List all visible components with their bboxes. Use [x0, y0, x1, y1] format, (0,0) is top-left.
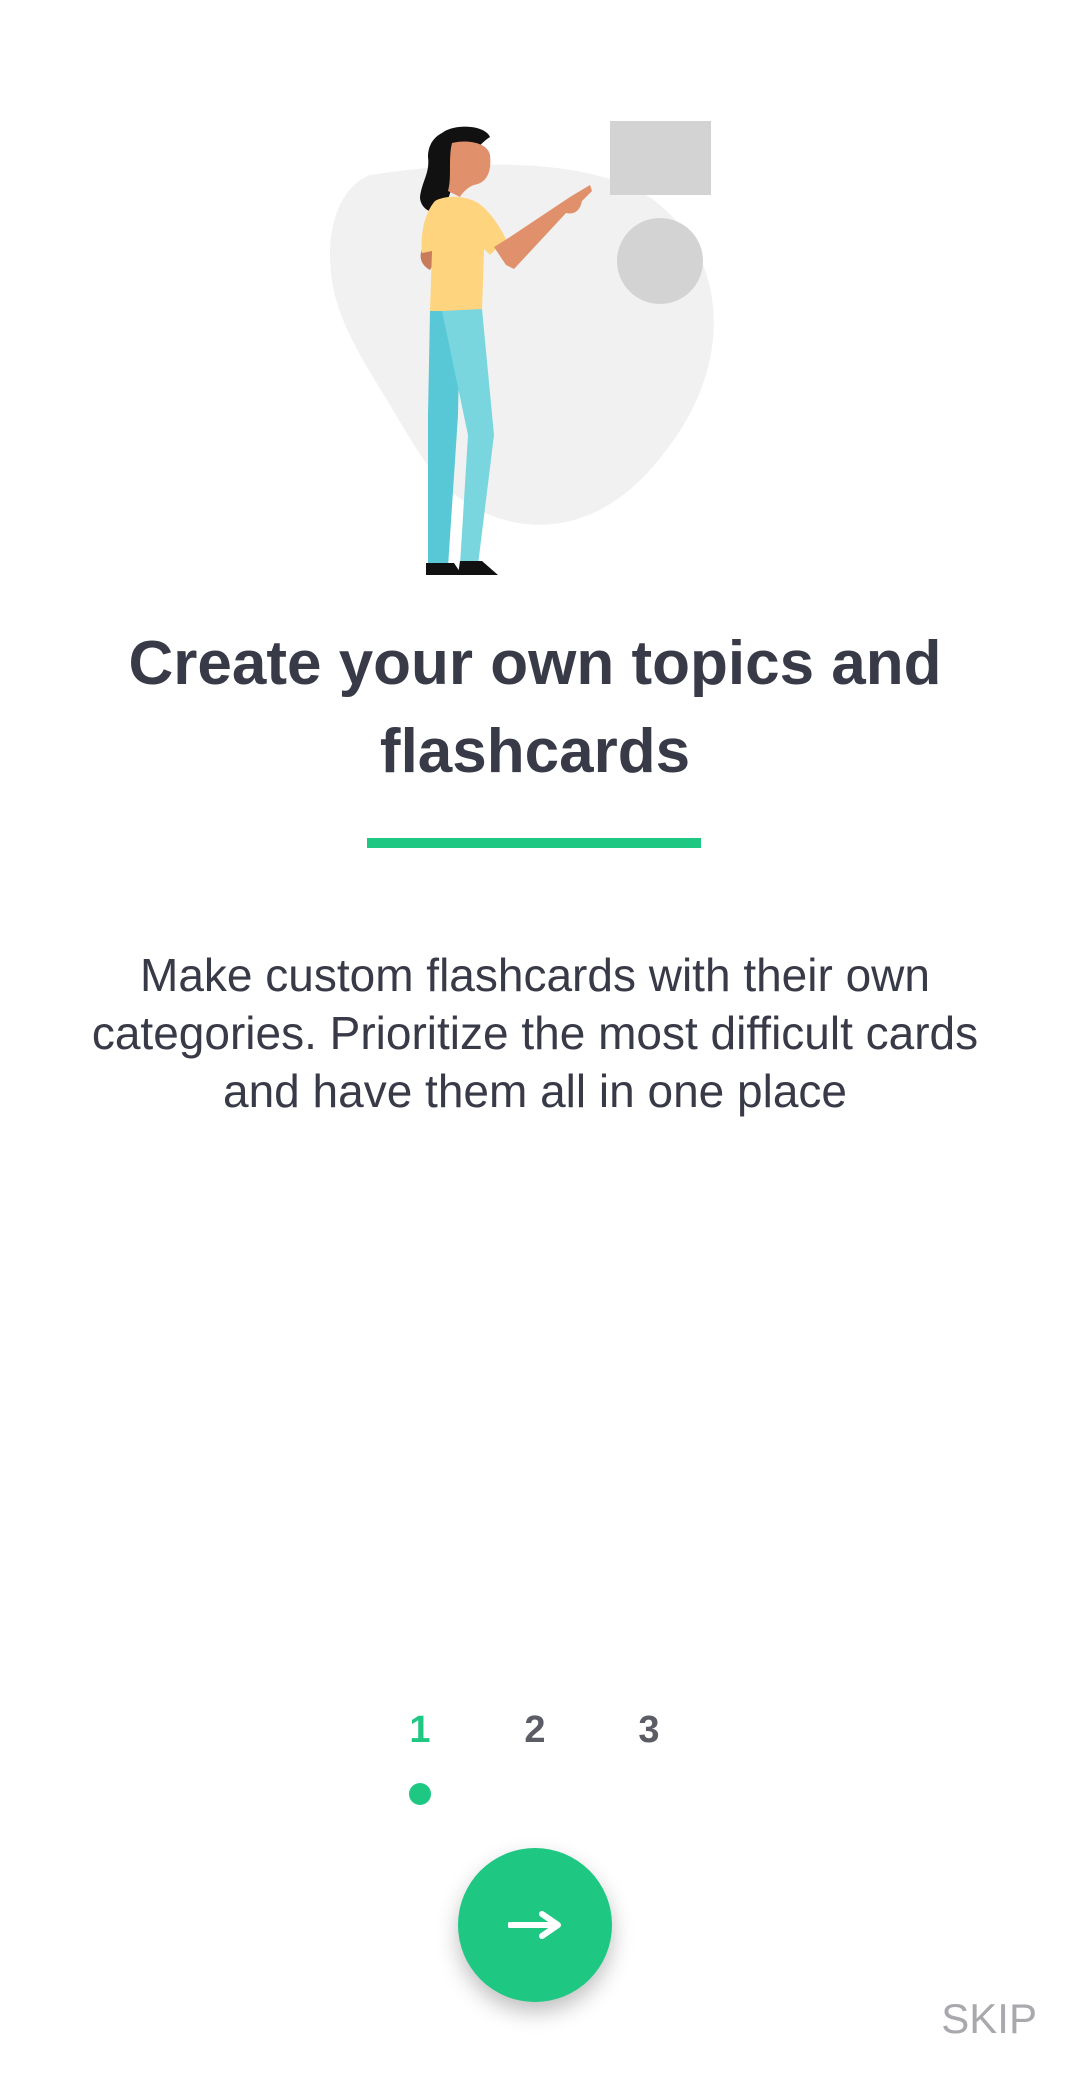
page-description: Make custom flashcards with their own ca… — [91, 949, 979, 1117]
woman-pointing-illustration — [330, 121, 714, 575]
page-indicator-1[interactable]: 1 — [380, 1705, 460, 1805]
page-number-2: 2 — [524, 1709, 546, 1751]
page-number-3: 3 — [638, 1709, 660, 1751]
skip-button[interactable]: SKIP — [941, 1994, 1037, 2044]
page-indicator-3[interactable]: 3 — [609, 1705, 689, 1755]
onboarding-illustration — [330, 115, 750, 585]
active-page-dot — [409, 1783, 431, 1805]
page-title: Create your own topics and flashcards — [128, 629, 942, 786]
page-number-1: 1 — [409, 1709, 431, 1751]
arrow-right-icon — [508, 1911, 561, 1939]
title-underline — [367, 838, 701, 848]
next-button[interactable] — [458, 1848, 612, 2002]
page-indicator: 1 2 3 — [0, 1705, 1070, 1805]
page-indicator-2[interactable]: 2 — [495, 1705, 575, 1755]
